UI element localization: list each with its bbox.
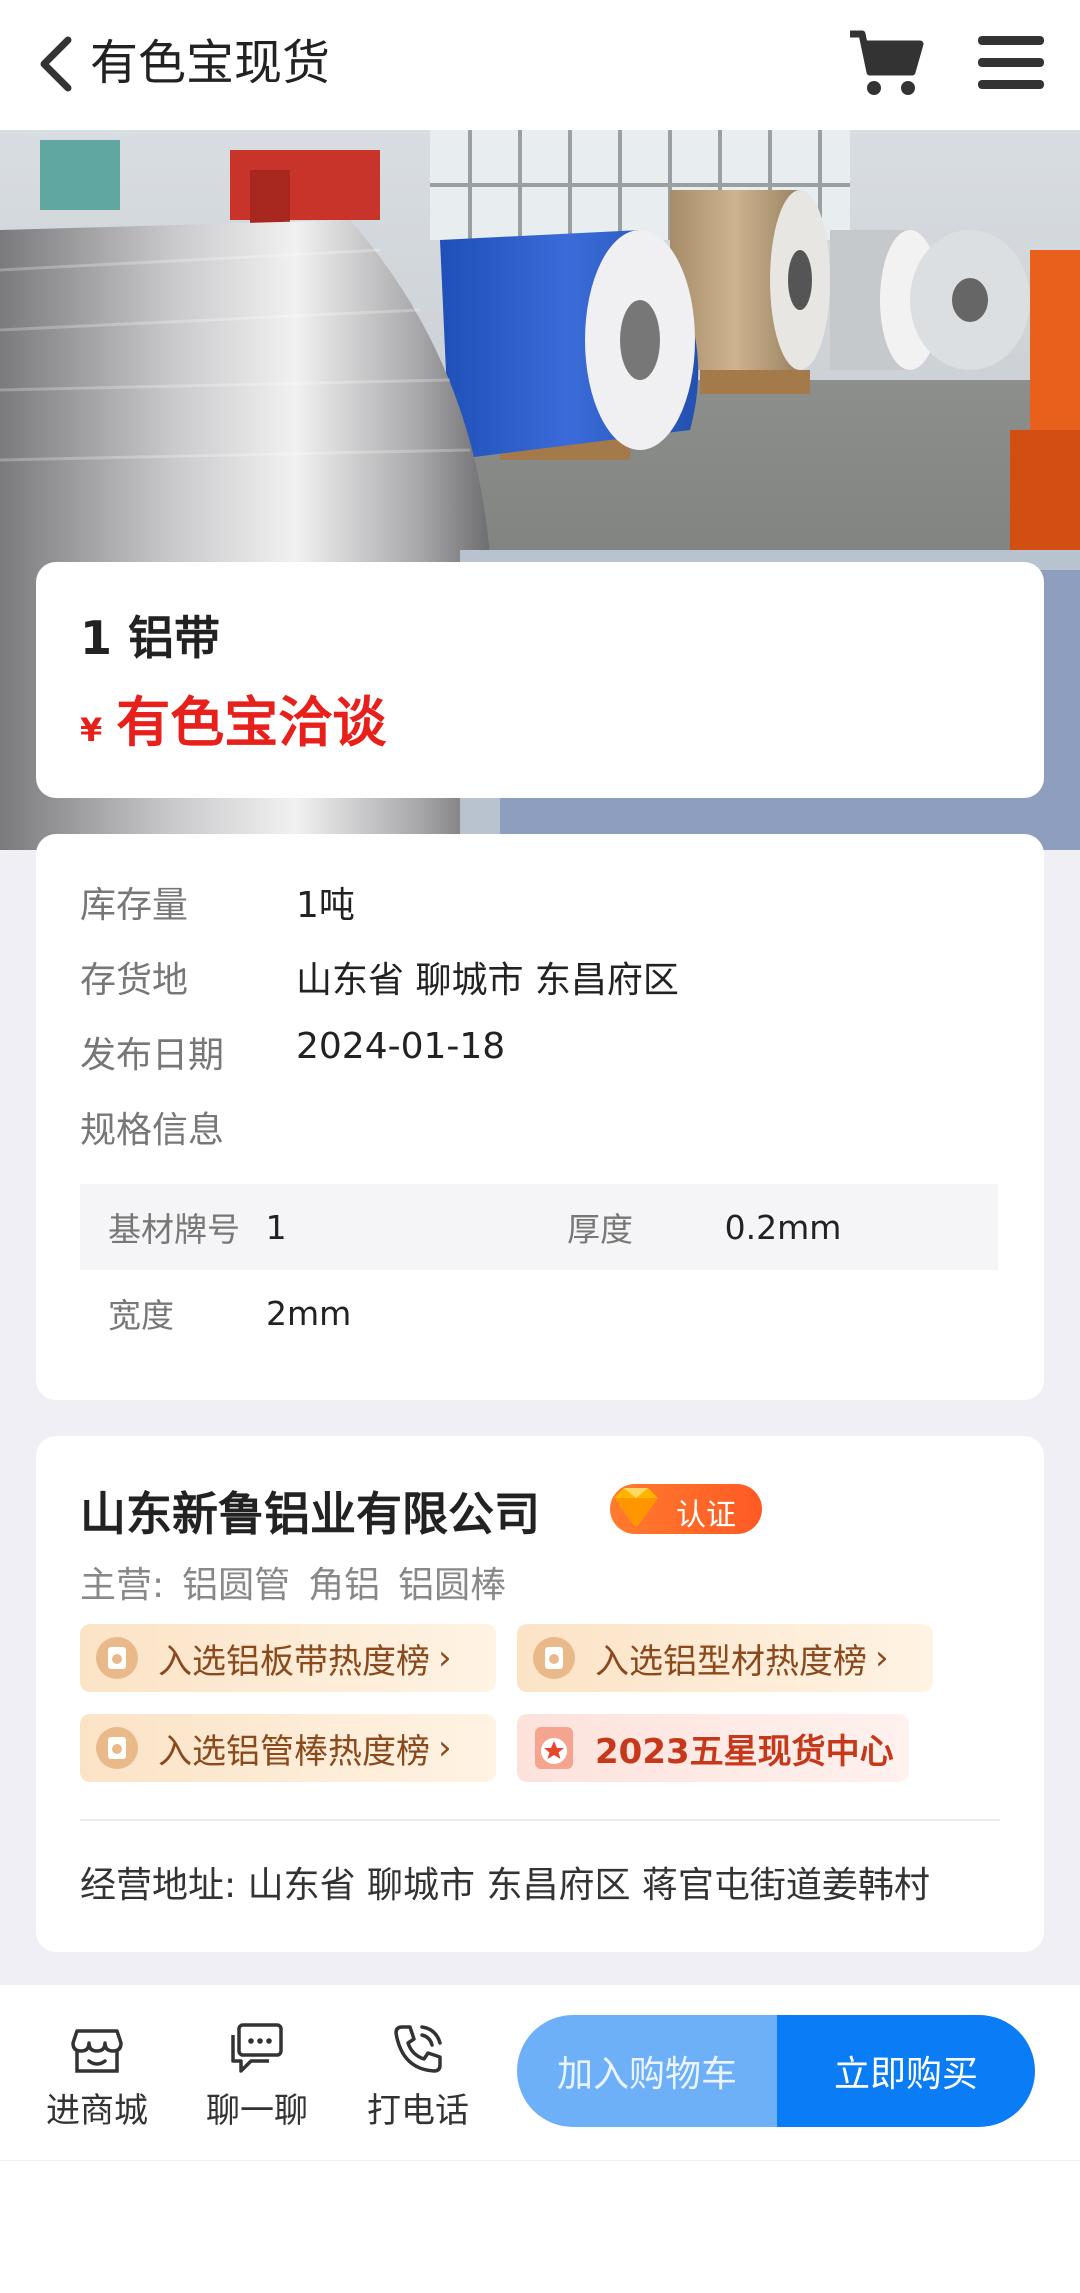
currency-symbol: ¥ bbox=[80, 711, 103, 749]
top-nav-bar: 有色宝现货 bbox=[0, 0, 1080, 130]
five-star-tag[interactable]: 2023五星现货中心 bbox=[517, 1714, 909, 1782]
shopping-cart-icon[interactable] bbox=[848, 28, 924, 98]
main-business-prefix: 主营: bbox=[80, 1565, 165, 1606]
ranking-tag-tube[interactable]: 入选铝管棒热度榜 › bbox=[80, 1714, 496, 1782]
store-label: 进商城 bbox=[46, 2091, 148, 2131]
info-label: 库存量 bbox=[80, 885, 189, 926]
chevron-right-icon: › bbox=[438, 1638, 452, 1678]
phone-icon bbox=[394, 2025, 442, 2073]
buy-now-button[interactable]: 立即购买 bbox=[777, 2015, 1035, 2127]
chevron-left-icon[interactable] bbox=[34, 34, 78, 94]
company-name[interactable]: 山东新鲁铝业有限公司 bbox=[80, 1478, 540, 1544]
main-business-item: 铝圆管 bbox=[182, 1565, 291, 1606]
info-value: 1吨 bbox=[296, 885, 355, 926]
info-label: 规格信息 bbox=[80, 1110, 225, 1151]
product-name: 1 铝带 bbox=[80, 611, 221, 665]
spec-label: 宽度 bbox=[108, 1296, 174, 1335]
certified-badge: 认证 bbox=[610, 1484, 762, 1534]
spec-label: 厚度 bbox=[567, 1210, 633, 1249]
info-row-date: 发布日期 2024-01-18 bbox=[80, 1026, 505, 1078]
store-button[interactable]: 进商城 bbox=[32, 2021, 162, 2132]
chevron-right-icon: › bbox=[438, 1728, 452, 1768]
spec-value: 2mm bbox=[266, 1293, 352, 1333]
hamburger-menu-icon[interactable] bbox=[978, 34, 1044, 92]
info-row-location: 存货地 山东省 聊城市 东昌府区 bbox=[80, 951, 679, 1003]
info-value: 山东省 聊城市 东昌府区 bbox=[296, 960, 679, 1001]
main-business-item: 铝圆棒 bbox=[398, 1565, 507, 1606]
bottom-spacer bbox=[0, 2160, 1080, 2293]
divider bbox=[80, 1819, 1000, 1821]
info-value: 2024-01-18 bbox=[296, 1026, 506, 1067]
add-to-cart-button[interactable]: 加入购物车 bbox=[517, 2015, 777, 2127]
address-value: 山东省 聊城市 东昌府区 蒋官屯街道姜韩村 bbox=[247, 1865, 930, 1906]
tag-label: 入选铝型材热度榜 bbox=[595, 1641, 867, 1682]
medal-icon bbox=[533, 1637, 575, 1679]
spec-value: 0.2mm bbox=[724, 1207, 842, 1247]
call-button[interactable]: 打电话 bbox=[353, 2021, 483, 2132]
address-label: 经营地址: bbox=[80, 1865, 237, 1906]
info-row-stock: 库存量 1吨 bbox=[80, 876, 355, 928]
main-business-item: 角铝 bbox=[308, 1565, 381, 1606]
chevron-right-icon: › bbox=[875, 1638, 889, 1678]
tag-label: 入选铝板带热度榜 bbox=[158, 1641, 430, 1682]
product-info-card: 库存量 1吨 存货地 山东省 聊城市 东昌府区 发布日期 2024-01-18 … bbox=[36, 834, 1044, 1400]
ranking-tag-plate[interactable]: 入选铝板带热度榜 › bbox=[80, 1624, 496, 1692]
spec-label: 基材牌号 bbox=[108, 1210, 240, 1249]
price-text: 有色宝洽谈 bbox=[116, 691, 387, 754]
info-label: 发布日期 bbox=[80, 1035, 225, 1076]
star-award-icon bbox=[535, 1727, 573, 1769]
info-label: 存货地 bbox=[80, 960, 189, 1001]
main-business: 主营: 铝圆管 角铝 铝圆棒 bbox=[80, 1556, 524, 1608]
medal-icon bbox=[96, 1727, 138, 1769]
tag-label: 入选铝管棒热度榜 bbox=[158, 1731, 430, 1772]
store-icon bbox=[71, 2029, 123, 2073]
product-title-card: 1 铝带 ¥ 有色宝洽谈 bbox=[36, 562, 1044, 798]
spec-row: 基材牌号 1 厚度 0.2mm bbox=[80, 1184, 998, 1270]
tag-label: 2023五星现货中心 bbox=[595, 1731, 894, 1772]
chat-label: 聊一聊 bbox=[206, 2091, 308, 2131]
page-title: 有色宝现货 bbox=[90, 35, 331, 91]
bottom-action-bar: 进商城 聊一聊 打电话 加入购物车 立即购买 bbox=[0, 1985, 1080, 2160]
chat-button[interactable]: 聊一聊 bbox=[192, 2021, 322, 2132]
spec-table: 基材牌号 1 厚度 0.2mm 宽度 2mm bbox=[80, 1184, 998, 1356]
cert-label: 认证 bbox=[676, 1498, 736, 1533]
price-row: ¥ 有色宝洽谈 bbox=[80, 678, 386, 757]
diamond-icon bbox=[614, 1488, 658, 1528]
call-label: 打电话 bbox=[367, 2091, 469, 2131]
business-address: 经营地址: 山东省 聊城市 东昌府区 蒋官屯街道姜韩村 bbox=[80, 1856, 1000, 1908]
company-card[interactable]: 山东新鲁铝业有限公司 认证 主营: 铝圆管 角铝 铝圆棒 入选铝板带热度榜 › 入选铝… bbox=[36, 1436, 1044, 1952]
spec-value: 1 bbox=[265, 1207, 287, 1247]
ranking-tag-profile[interactable]: 入选铝型材热度榜 › bbox=[517, 1624, 933, 1692]
medal-icon bbox=[96, 1637, 138, 1679]
info-row-spec: 规格信息 bbox=[80, 1101, 296, 1153]
chat-icon bbox=[231, 2023, 283, 2073]
spec-row: 宽度 2mm bbox=[80, 1270, 998, 1356]
